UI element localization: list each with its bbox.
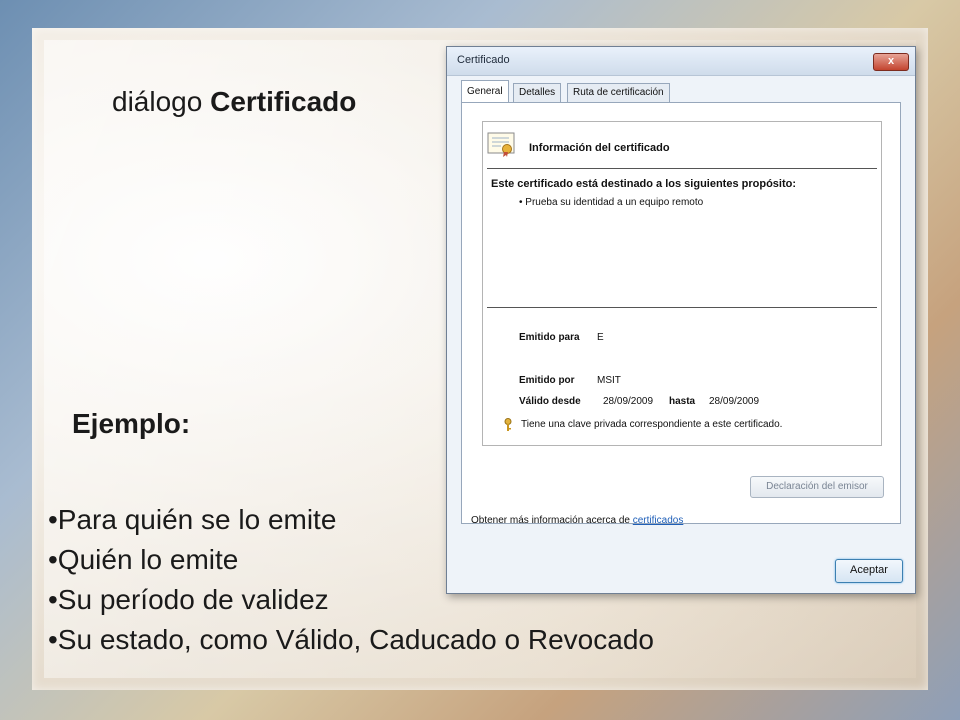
close-icon: x xyxy=(887,55,895,67)
valid-from-label: Válido desde xyxy=(519,396,581,407)
bullet-item: •Su estado, como Válido, Caducado o Revo… xyxy=(48,624,654,655)
private-key-text: Tiene una clave privada correspondiente … xyxy=(521,419,783,430)
example-label: Ejemplo: xyxy=(72,408,191,439)
certificate-info-box: Información del certificado Este certifi… xyxy=(482,121,882,446)
dialog-title: Certificado xyxy=(457,54,510,66)
valid-from-value: 28/09/2009 xyxy=(603,396,654,407)
info-title: Información del certificado xyxy=(529,142,670,154)
dialog-titlebar[interactable]: Certificado x xyxy=(447,47,915,76)
issued-to-value: E xyxy=(597,332,604,343)
slide-title: diálogo Certificado xyxy=(112,86,356,118)
certificates-link[interactable]: certificados xyxy=(633,515,684,526)
tab-details[interactable]: Detalles xyxy=(513,83,562,102)
more-info: Obtener más información acerca de certif… xyxy=(471,515,683,526)
issued-by-label: Emitido por xyxy=(519,375,575,386)
valid-to-value: 28/09/2009 xyxy=(709,396,760,407)
tab-certification-path[interactable]: Ruta de certificación xyxy=(567,83,670,102)
purpose-heading: Este certificado está destinado a los si… xyxy=(491,178,797,190)
issuer-statement-button[interactable]: Declaración del emisor xyxy=(750,476,884,498)
divider xyxy=(487,307,877,308)
certificate-icon xyxy=(487,132,515,157)
purpose-item: • Prueba su identidad a un equipo remoto xyxy=(519,197,704,208)
slide-title-prefix: diálogo xyxy=(112,86,203,117)
more-info-text: Obtener más información acerca de xyxy=(471,515,633,526)
issued-by-value: MSIT xyxy=(597,375,621,386)
general-tab-panel: Información del certificado Este certifi… xyxy=(461,102,901,524)
valid-to-label: hasta xyxy=(669,396,696,407)
close-button[interactable]: x xyxy=(873,53,909,71)
key-icon xyxy=(504,418,512,431)
divider xyxy=(487,168,877,169)
slide-title-bold: Certificado xyxy=(210,86,357,117)
ok-button[interactable]: Aceptar xyxy=(835,559,903,583)
certificate-dialog: Certificado x General Detalles Ruta de c… xyxy=(446,46,916,594)
tab-general[interactable]: General xyxy=(461,80,509,102)
issued-to-label: Emitido para xyxy=(519,332,580,343)
